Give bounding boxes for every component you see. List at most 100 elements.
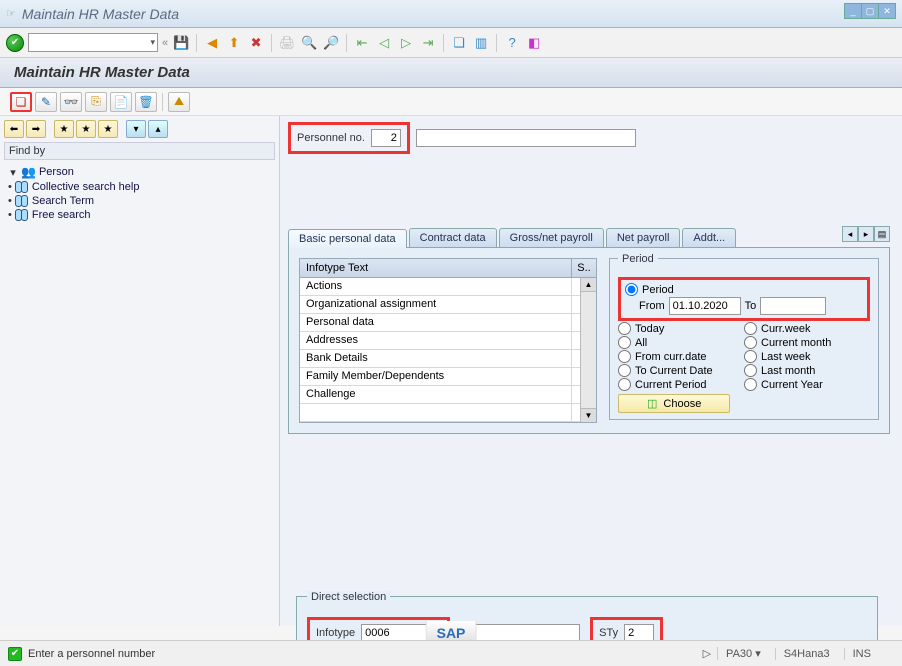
print-icon[interactable]: 🖨 <box>278 34 296 52</box>
display-button[interactable]: 👓 <box>60 92 82 112</box>
table-row[interactable]: Organizational assignment <box>300 296 596 314</box>
back-icon[interactable]: ◀ <box>203 34 221 52</box>
radio-currweek-label: Curr.week <box>761 323 811 335</box>
radio-lastmonth[interactable] <box>744 364 757 377</box>
tab-scroll-right[interactable]: ▸ <box>858 226 874 242</box>
tab-scroll-left[interactable]: ◂ <box>842 226 858 242</box>
radio-today[interactable] <box>618 322 631 335</box>
close-button[interactable]: ✕ <box>878 3 896 19</box>
delimit-button[interactable]: 📄 <box>110 92 132 112</box>
command-field[interactable]: ▾ <box>28 33 158 52</box>
personnel-highlight: Personnel no. <box>288 122 410 154</box>
radio-currmonth[interactable] <box>744 336 757 349</box>
help-icon[interactable]: ? <box>503 34 521 52</box>
sty-label: STy <box>599 627 618 639</box>
fav-1[interactable]: ★ <box>54 120 74 138</box>
last-page-icon[interactable]: ⇥ <box>419 34 437 52</box>
tree-item-label: Collective search help <box>32 181 140 193</box>
customize-icon[interactable]: ◧ <box>525 34 543 52</box>
table-row[interactable]: Family Member/Dependents <box>300 368 596 386</box>
tree-root-person[interactable]: ▾ 👥 Person <box>8 164 271 180</box>
tab-list[interactable]: ▤ <box>874 226 890 242</box>
expand-all[interactable]: ▾ <box>126 120 146 138</box>
copy-button[interactable]: ⎘ <box>85 92 107 112</box>
table-row[interactable]: Challenge <box>300 386 596 404</box>
tab-gross-net[interactable]: Gross/net payroll <box>499 228 604 247</box>
tabstrip: Basic personal data Contract data Gross/… <box>288 226 890 248</box>
enter-button[interactable]: ✔ <box>6 34 24 52</box>
from-date-input[interactable] <box>669 297 741 315</box>
nav-buttons: ⬅ ➡ ★ ★ ★ ▾ ▴ <box>4 120 275 138</box>
chevron-left-icon: « <box>162 37 168 49</box>
radio-all-label: All <box>635 337 647 349</box>
personnel-label: Personnel no. <box>297 132 365 144</box>
to-date-input[interactable] <box>760 297 826 315</box>
table-row[interactable]: Addresses <box>300 332 596 350</box>
exit-icon[interactable]: ⬆ <box>225 34 243 52</box>
radio-period-label: Period <box>642 284 674 296</box>
scroll-up[interactable]: ▲ <box>581 278 596 292</box>
tab-contract[interactable]: Contract data <box>409 228 497 247</box>
binocular-icon <box>15 195 29 207</box>
choose-button[interactable]: ◫ Choose <box>618 394 730 413</box>
infotype-label: Infotype <box>316 627 355 639</box>
collapse-all[interactable]: ▴ <box>148 120 168 138</box>
minimize-button[interactable]: _ <box>844 3 862 19</box>
layout-icon[interactable]: ▥ <box>472 34 490 52</box>
find-next-icon[interactable]: 🔎 <box>322 34 340 52</box>
scroll-down[interactable]: ▼ <box>581 408 596 422</box>
maximize-button[interactable]: ▢ <box>861 3 879 19</box>
create-button[interactable]: ❏ <box>10 92 32 112</box>
fav-3[interactable]: ★ <box>98 120 118 138</box>
radio-period[interactable] <box>625 283 638 296</box>
delete-button[interactable]: 🗑 <box>135 92 157 112</box>
radio-lastweek-label: Last week <box>761 351 811 363</box>
system-toolbar: ✔ ▾ « 💾 ◀ ⬆ ✖ 🖨 🔍 🔎 ⇤ ◁ ▷ ⇥ ❏ ▥ ? ◧ <box>0 28 902 58</box>
personnel-name-display <box>416 129 636 147</box>
tree-item-collective-search[interactable]: • Collective search help <box>8 180 271 194</box>
radio-today-label: Today <box>635 323 664 335</box>
save-icon[interactable]: 💾 <box>172 34 190 52</box>
prev-page-icon[interactable]: ◁ <box>375 34 393 52</box>
radio-curr-period[interactable] <box>618 378 631 391</box>
radio-currweek[interactable] <box>744 322 757 335</box>
nav-fwd[interactable]: ➡ <box>26 120 46 138</box>
left-pane: ⬅ ➡ ★ ★ ★ ▾ ▴ Find by ▾ 👥 Person • Colle… <box>0 116 280 626</box>
new-session-icon[interactable]: ❏ <box>450 34 468 52</box>
period-title: Period <box>618 253 658 265</box>
radio-to-curr[interactable] <box>618 364 631 377</box>
personnel-input[interactable] <box>371 129 401 147</box>
find-icon[interactable]: 🔍 <box>300 34 318 52</box>
status-mode: INS <box>844 648 879 660</box>
tab-body: Infotype Text S.. Actions Organizational… <box>288 248 890 434</box>
radio-lastweek[interactable] <box>744 350 757 363</box>
table-row[interactable]: Personal data <box>300 314 596 332</box>
next-page-icon[interactable]: ▷ <box>397 34 415 52</box>
radio-all[interactable] <box>618 336 631 349</box>
table-row[interactable] <box>300 404 596 422</box>
table-scrollbar[interactable]: ▲ ▼ <box>580 278 596 422</box>
tab-basic-personal[interactable]: Basic personal data <box>288 229 407 248</box>
table-row[interactable]: Actions <box>300 278 596 296</box>
tab-addt[interactable]: Addt... <box>682 228 736 247</box>
app-icon: ☞ <box>6 7 16 20</box>
overview-button[interactable]: ⛰ <box>168 92 190 112</box>
tab-net-payroll[interactable]: Net payroll <box>606 228 681 247</box>
first-page-icon[interactable]: ⇤ <box>353 34 371 52</box>
fav-2[interactable]: ★ <box>76 120 96 138</box>
cancel-icon[interactable]: ✖ <box>247 34 265 52</box>
main-area: ⬅ ➡ ★ ★ ★ ▾ ▴ Find by ▾ 👥 Person • Colle… <box>0 116 902 626</box>
nav-back[interactable]: ⬅ <box>4 120 24 138</box>
radio-curryear[interactable] <box>744 378 757 391</box>
edit-button[interactable]: ✎ <box>35 92 57 112</box>
direct-title: Direct selection <box>307 591 390 603</box>
findby-label: Find by <box>4 142 275 160</box>
radio-from-curr[interactable] <box>618 350 631 363</box>
infotype-header: Infotype Text S.. <box>299 258 597 278</box>
radio-lastmonth-label: Last month <box>761 365 815 377</box>
tree-item-free-search[interactable]: • Free search <box>8 208 271 222</box>
col-infotype-text: Infotype Text <box>300 259 572 277</box>
titlebar: ☞ Maintain HR Master Data _ ▢ ✕ <box>0 0 902 28</box>
tree-item-search-term[interactable]: • Search Term <box>8 194 271 208</box>
table-row[interactable]: Bank Details <box>300 350 596 368</box>
